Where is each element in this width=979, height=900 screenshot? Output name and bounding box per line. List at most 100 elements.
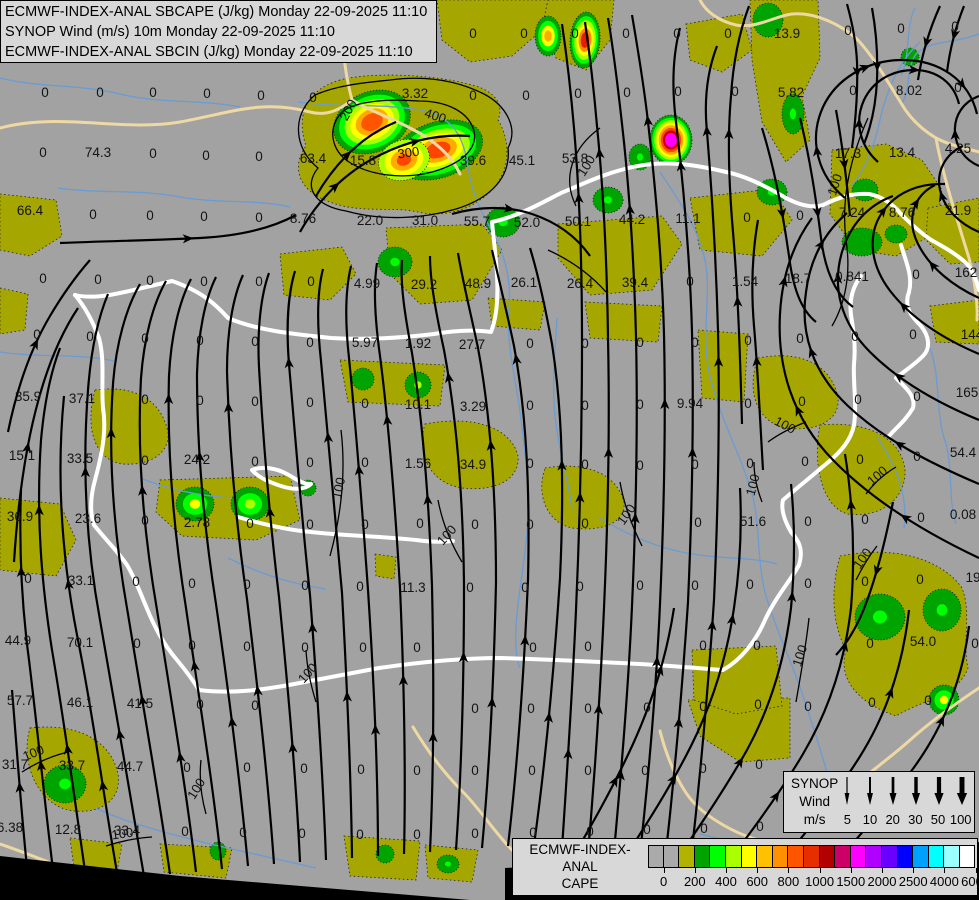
wind-speed-labels: 5 10 20 30 50 100 xyxy=(836,812,972,827)
station-value: 0 xyxy=(796,331,804,346)
station-value: 33.1 xyxy=(68,573,94,588)
station-value: 0 xyxy=(469,88,477,103)
station-value: 0 xyxy=(359,640,367,655)
station-value: 24.2 xyxy=(184,452,210,467)
station-value: 0 xyxy=(469,26,477,41)
station-value: 0 xyxy=(801,454,809,469)
contour-label: 300 xyxy=(397,144,421,162)
station-value: 0 xyxy=(868,695,876,710)
station-value: 0 xyxy=(307,274,315,289)
station-value: 66.4 xyxy=(17,203,44,218)
station-value: 0 xyxy=(309,90,317,105)
cape-hotspot-level xyxy=(351,367,375,391)
station-value: 0 xyxy=(691,335,699,350)
cape-color-scale xyxy=(648,845,976,868)
station-value: 39.6 xyxy=(460,153,486,168)
station-value: 0 xyxy=(913,449,921,464)
station-value: 0 xyxy=(361,396,369,411)
station-value: 0 xyxy=(306,455,314,470)
station-value: 11.3 xyxy=(400,580,425,595)
station-value: 0 xyxy=(643,700,651,715)
station-value: 44.2 xyxy=(619,212,645,227)
station-value: 21.9 xyxy=(945,203,971,218)
station-value: 0 xyxy=(897,21,905,36)
station-value: 0 xyxy=(686,274,694,289)
station-value: 0 xyxy=(755,757,763,772)
station-value: 0 xyxy=(574,86,582,101)
station-value: 55.7 xyxy=(464,214,490,229)
station-value: 0 xyxy=(255,149,263,164)
cape-hotspot-level xyxy=(444,861,452,867)
station-value: 0 xyxy=(471,826,479,841)
station-value: 0 xyxy=(306,395,314,410)
station-value: 0 xyxy=(861,574,869,589)
station-value: 0 xyxy=(471,517,479,532)
cape-hotspot-level xyxy=(851,178,879,202)
station-value: 63.4 xyxy=(300,151,327,166)
cape-scale-tick-label: 6000 xyxy=(961,874,979,889)
wind-arrow-head-icon xyxy=(911,793,921,805)
station-value: 11.1 xyxy=(675,211,700,226)
station-value: 15.8 xyxy=(350,153,376,168)
station-value: 0 xyxy=(243,760,251,775)
station-value: 0 xyxy=(526,456,534,471)
station-value: 0 xyxy=(581,398,589,413)
station-value: 0 xyxy=(924,693,932,708)
cape-hotspot-level xyxy=(636,153,644,161)
station-value: 0 xyxy=(951,19,959,34)
station-value: 165 xyxy=(956,385,979,400)
station-value: 0 xyxy=(251,334,259,349)
station-value: 29.2 xyxy=(411,277,437,292)
station-value: 0 xyxy=(636,397,644,412)
station-value: 52.0 xyxy=(514,215,540,230)
station-value: 39.4 xyxy=(622,275,649,290)
station-value: 0 xyxy=(526,336,534,351)
station-value: 45.1 xyxy=(509,153,535,168)
cape-scale-cell xyxy=(835,845,851,868)
cape-scale-cell xyxy=(913,845,929,868)
station-value: 0 xyxy=(699,638,707,653)
station-value: 70.1 xyxy=(67,635,93,650)
station-value: 0 xyxy=(861,512,869,527)
station-value: 35.9 xyxy=(15,389,41,404)
station-value: 0 xyxy=(24,571,32,586)
station-value: 0 xyxy=(754,697,762,712)
station-value: 0.841 xyxy=(835,269,869,284)
cape-scale-tick xyxy=(757,868,759,873)
station-value: 162 xyxy=(955,265,978,280)
station-value: 54.0 xyxy=(910,634,936,649)
station-value: 15.1 xyxy=(9,448,35,463)
cape-scale-cell xyxy=(788,845,804,868)
wind-arrow-head-icon xyxy=(956,793,968,805)
station-value: 0.08 xyxy=(950,507,976,522)
station-value: 0 xyxy=(856,452,864,467)
station-value: 0 xyxy=(854,392,862,407)
station-value: 0 xyxy=(917,510,925,525)
station-value: 0 xyxy=(851,329,859,344)
station-value: 41.5 xyxy=(127,696,153,711)
station-value: 48.9 xyxy=(465,276,491,291)
station-value: 0 xyxy=(361,455,369,470)
station-value: 0 xyxy=(576,579,584,594)
station-value: 1.92 xyxy=(405,336,431,351)
wind-arrow-head-icon xyxy=(934,793,944,805)
station-value: 0 xyxy=(246,516,254,531)
station-value: 2.78 xyxy=(184,515,210,530)
cape-legend-line2: CAPE xyxy=(561,876,599,891)
station-value: 6.38 xyxy=(0,820,23,835)
station-value: 0 xyxy=(866,636,874,651)
station-value: 12.8 xyxy=(55,822,81,837)
station-value: 0 xyxy=(39,145,47,160)
station-value: 0 xyxy=(584,763,592,778)
station-value: 0 xyxy=(356,827,364,842)
station-value: 0 xyxy=(916,572,924,587)
cape-hotspot-level xyxy=(884,224,908,244)
station-value: 0 xyxy=(636,335,644,350)
cape-scale-cell xyxy=(881,845,898,868)
wind-legend-title: SYNOP Wind m/s xyxy=(791,775,838,829)
cape-legend-line1: ECMWF-INDEX-ANAL xyxy=(529,842,631,874)
title-box: ECMWF-INDEX-ANAL SBCAPE (J/kg) Monday 22… xyxy=(0,0,437,63)
station-value: 0 xyxy=(804,576,812,591)
station-value: 0 xyxy=(149,85,157,100)
cape-scale-tick xyxy=(882,868,883,873)
